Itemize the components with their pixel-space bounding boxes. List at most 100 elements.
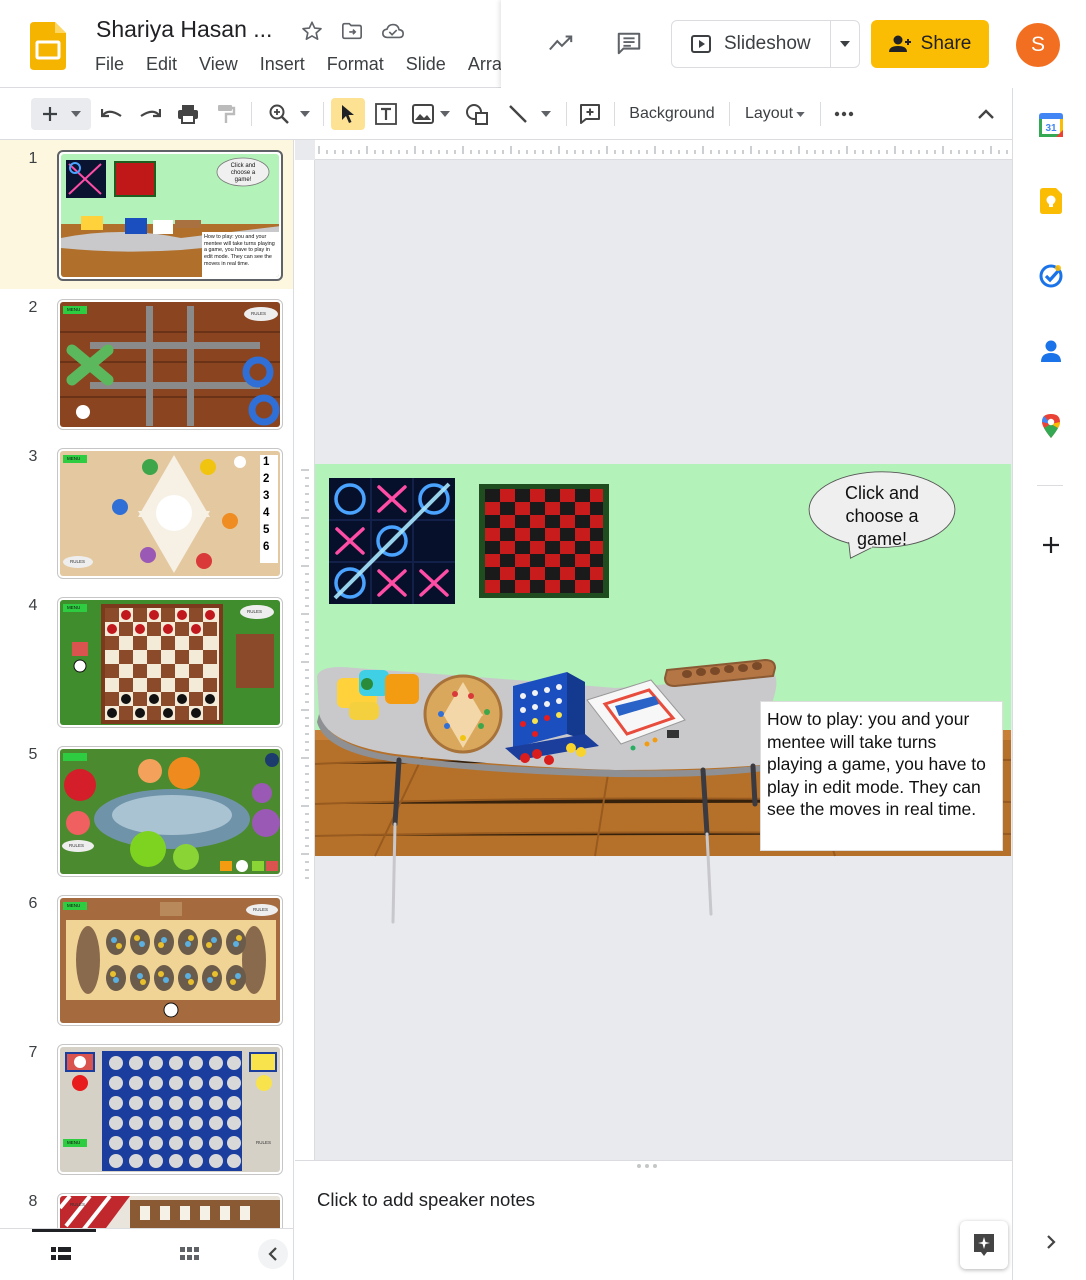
toolbar-divider	[614, 102, 615, 126]
notes-resize-handle[interactable]	[637, 1164, 657, 1168]
add-icon[interactable]	[1038, 532, 1064, 558]
menu-arrange[interactable]: Arra	[457, 54, 502, 80]
zoom-button[interactable]	[262, 98, 316, 130]
turn-number: 2	[263, 473, 270, 485]
menu-insert[interactable]: Insert	[249, 54, 316, 80]
turn-number: 6	[263, 541, 270, 553]
menu-file[interactable]: File	[84, 54, 135, 80]
slide-thumbnail-8[interactable]: 8 RULES	[0, 1183, 293, 1228]
undo-icon[interactable]	[98, 98, 126, 130]
comments-icon[interactable]	[616, 30, 642, 56]
text-box-icon[interactable]	[371, 98, 401, 130]
contacts-icon[interactable]	[1038, 338, 1064, 364]
toolbar-divider	[820, 102, 821, 126]
zoom-icon	[269, 104, 289, 124]
paint-format-icon[interactable]	[212, 98, 240, 130]
explore-button[interactable]	[960, 1221, 1008, 1269]
slide-number: 5	[28, 746, 38, 763]
slide-thumbnail-7[interactable]: 7 MENU RULES	[0, 1034, 293, 1183]
keep-icon[interactable]	[1038, 188, 1064, 214]
add-comment-icon[interactable]	[575, 98, 605, 130]
slide-preview[interactable]: Click and choose a game! How to play: yo…	[57, 150, 283, 281]
insert-image-button[interactable]	[409, 98, 453, 130]
slide-thumbnail-5[interactable]: 5 RULES	[0, 736, 293, 885]
slide-3-artwork	[63, 455, 278, 573]
vertical-ruler[interactable]	[295, 160, 315, 1160]
new-slide-button[interactable]	[31, 98, 91, 130]
account-avatar[interactable]: S	[1016, 23, 1060, 67]
thumb-menu-label: MENU	[67, 307, 81, 312]
slide-filmstrip: 1 Click and choose a game! How to play: …	[0, 140, 294, 1228]
shape-icon[interactable]	[462, 98, 492, 130]
turn-number: 4	[263, 507, 270, 519]
horizontal-ruler[interactable]	[315, 140, 1012, 160]
collapse-filmstrip-icon[interactable]	[258, 1239, 288, 1269]
filmstrip-view-icon[interactable]	[50, 1245, 72, 1263]
maps-icon[interactable]	[1038, 413, 1064, 439]
thumb-rules-label: RULES	[70, 559, 86, 564]
grid-view-icon[interactable]	[179, 1245, 201, 1263]
tasks-icon[interactable]	[1038, 263, 1064, 289]
slide-preview[interactable]: MENU RULES	[57, 1044, 283, 1175]
slideshow-label: Slideshow	[724, 33, 811, 54]
slide-thumbnail-1[interactable]: 1 Click and choose a game! How to play: …	[0, 140, 293, 289]
image-icon	[412, 104, 434, 124]
expand-side-panel-icon[interactable]	[1038, 1229, 1064, 1255]
line-tool-button[interactable]	[503, 98, 555, 130]
slide-thumbnail-3[interactable]: 3 1 2 3 4 5 6 MENU RULES	[0, 438, 293, 587]
document-title[interactable]: Shariya Hasan ...	[96, 16, 272, 43]
collapse-toolbar-icon[interactable]	[972, 98, 1000, 130]
turn-number: 3	[263, 490, 270, 502]
svg-text:31: 31	[1045, 123, 1057, 134]
person-add-icon	[888, 35, 911, 52]
menu-view[interactable]: View	[188, 54, 249, 80]
cloud-saved-icon[interactable]	[380, 18, 406, 44]
activity-dashboard-icon[interactable]	[548, 30, 574, 56]
caret-down-icon	[71, 111, 81, 117]
menu-slide[interactable]: Slide	[395, 54, 457, 80]
select-tool-icon[interactable]	[331, 98, 365, 130]
slideshow-button[interactable]: Slideshow	[671, 20, 831, 68]
speech-bubble-text[interactable]: Click and choose a game!	[829, 482, 935, 551]
speaker-notes-input[interactable]: Click to add speaker notes	[317, 1189, 535, 1211]
side-panel: 31	[1012, 88, 1086, 1280]
slide-number: 6	[28, 895, 38, 912]
caret-down-icon	[300, 111, 310, 117]
slide-preview[interactable]: MENU RULES	[57, 895, 283, 1026]
move-to-folder-icon[interactable]	[339, 18, 365, 44]
calendar-icon[interactable]: 31	[1038, 112, 1064, 138]
redo-icon[interactable]	[136, 98, 164, 130]
current-slide[interactable]: Click and choose a game! How to play: yo…	[314, 464, 1012, 924]
slide-thumbnail-6[interactable]: 6 MENU RULES	[0, 885, 293, 1034]
caret-down-icon	[541, 111, 551, 117]
slide-thumbnail-4[interactable]: 4 MENU RULES	[0, 587, 293, 736]
menu-format[interactable]: Format	[316, 54, 395, 80]
more-options-icon[interactable]	[830, 98, 858, 130]
menu-edit[interactable]: Edit	[135, 54, 188, 80]
slide-preview[interactable]: RULES	[57, 1193, 283, 1228]
thumb-howto-text: How to play: you and your mentee will ta…	[202, 232, 279, 277]
thumb-rules-label: RULES	[69, 843, 85, 848]
share-button[interactable]: Share	[871, 20, 989, 68]
slideshow-options-button[interactable]	[831, 20, 860, 68]
menu-bar: File Edit View Insert Format Slide Arra	[84, 54, 502, 80]
thumb-rules-label: RULES	[253, 907, 269, 912]
side-panel-divider	[1037, 485, 1063, 486]
how-to-play-textbox[interactable]: How to play: you and your mentee will ta…	[760, 701, 1003, 851]
print-icon[interactable]	[174, 98, 202, 130]
filmstrip-footer	[0, 1228, 294, 1280]
star-icon[interactable]	[299, 18, 325, 44]
slide-preview[interactable]: RULES	[57, 746, 283, 877]
slide-preview[interactable]: MENU RULES	[57, 299, 283, 430]
slide-number: 7	[28, 1044, 38, 1061]
caret-down-icon	[840, 41, 850, 47]
layout-button[interactable]: Layout	[739, 98, 811, 130]
slide-preview[interactable]: 1 2 3 4 5 6 MENU RULES	[57, 448, 283, 579]
explore-icon	[974, 1234, 994, 1256]
background-button[interactable]: Background	[624, 98, 720, 130]
toolbar-divider	[566, 102, 567, 126]
slide-thumbnail-2[interactable]: 2 MENU RULES	[0, 289, 293, 438]
caret-down-icon	[440, 111, 450, 117]
slide-preview[interactable]: MENU RULES	[57, 597, 283, 728]
slides-logo-icon[interactable]	[30, 22, 66, 70]
